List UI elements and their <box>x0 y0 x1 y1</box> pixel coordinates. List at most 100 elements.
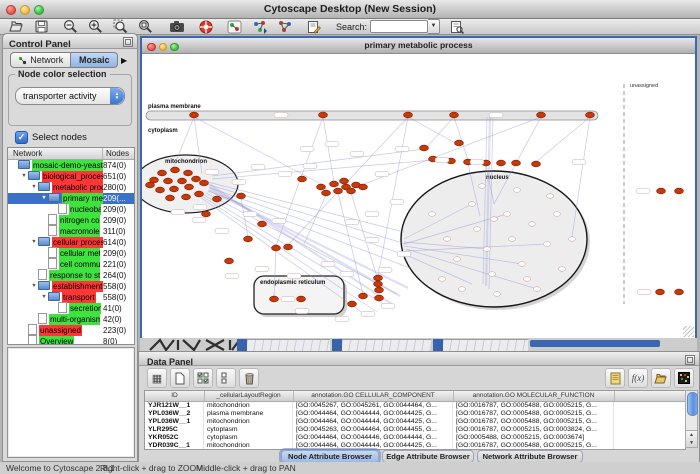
column-header-molecular-function[interactable]: annotation.GO MOLECULAR_FUNCTION <box>453 391 615 401</box>
table-scrollbar[interactable]: ▲▼ <box>685 390 698 448</box>
gene-node[interactable] <box>317 184 326 190</box>
gene-label-bubble[interactable] <box>381 303 395 308</box>
gene-label-bubble[interactable] <box>375 171 389 176</box>
gene-label-bubble[interactable] <box>488 272 495 277</box>
gene-node[interactable] <box>146 182 155 188</box>
gene-node[interactable] <box>258 221 267 227</box>
snapshot-icon[interactable] <box>168 20 185 34</box>
table-row-ydr039c-1[interactable]: YDR039C__1mitochondrion[GO:0044464, GO:0… <box>145 442 685 450</box>
gene-node[interactable] <box>404 112 413 118</box>
tree-row-cellular-process[interactable]: ▼cellular process614(0) <box>8 237 134 248</box>
gene-node[interactable] <box>185 184 194 190</box>
gene-label-bubble[interactable] <box>335 316 349 321</box>
gene-node[interactable] <box>359 293 368 299</box>
gene-label-bubble[interactable] <box>215 228 229 233</box>
gene-label-bubble[interactable] <box>533 287 540 292</box>
column-header-id[interactable]: ID <box>145 391 205 401</box>
gene-node[interactable] <box>374 275 383 281</box>
gene-node[interactable] <box>375 287 384 293</box>
gene-label-bubble[interactable] <box>523 277 530 282</box>
gene-label-bubble[interactable] <box>395 146 409 151</box>
table-row-ykr052c[interactable]: YKR052Ccytoplasm[GO:0044464, GO:0044446,… <box>145 434 685 442</box>
background-window-edge[interactable] <box>433 339 443 351</box>
gene-label-bubble[interactable] <box>508 237 515 242</box>
gene-node[interactable] <box>532 161 541 167</box>
import-network-icon[interactable] <box>251 20 268 34</box>
edge[interactable] <box>241 198 248 237</box>
gene-node[interactable] <box>586 112 595 118</box>
gene-node[interactable] <box>359 184 368 190</box>
disclosure-triangle-icon[interactable]: ▼ <box>30 237 38 248</box>
gene-node[interactable] <box>284 244 293 250</box>
function-builder-icon[interactable]: f(x) <box>628 368 648 388</box>
gene-node[interactable] <box>675 289 684 295</box>
select-attributes-icon[interactable] <box>193 368 213 388</box>
gene-label-bubble[interactable] <box>397 251 411 256</box>
gene-node[interactable] <box>156 187 165 193</box>
background-windows-strip[interactable] <box>140 338 697 351</box>
tree-row-secretion[interactable]: secretion41(0) <box>8 303 134 314</box>
gene-label-bubble[interactable] <box>365 237 379 242</box>
disclosure-triangle-icon[interactable]: ▼ <box>30 281 38 292</box>
edge[interactable] <box>208 182 404 232</box>
layout-network-icon[interactable] <box>276 20 293 34</box>
gene-label-bubble[interactable] <box>513 188 520 193</box>
edge[interactable] <box>212 149 424 176</box>
gene-label-bubble[interactable] <box>435 157 449 162</box>
gene-label-bubble[interactable] <box>636 188 650 193</box>
zoom-in-icon[interactable] <box>87 20 104 34</box>
gene-label-bubble[interactable] <box>225 273 239 278</box>
gene-node[interactable] <box>272 245 281 251</box>
gene-node[interactable] <box>164 178 173 184</box>
node-color-dropdown[interactable]: transporter activity ▲▼ <box>15 87 125 105</box>
gene-node[interactable] <box>420 145 429 151</box>
gene-label-bubble[interactable] <box>528 222 535 227</box>
select-nodes-checkbox[interactable]: ✓ <box>15 131 28 144</box>
edge[interactable] <box>536 117 590 162</box>
import-attributes-icon[interactable] <box>651 368 671 388</box>
gene-node[interactable] <box>675 188 684 194</box>
table-row-ylr295c[interactable]: YLR295Ccytoplasm[GO:0045263, GO:0044464,… <box>145 426 685 434</box>
float-data-panel-icon[interactable] <box>685 355 695 365</box>
tab-mosaic[interactable]: Mosaic <box>71 52 118 68</box>
gene-label-bubble[interactable] <box>281 296 295 301</box>
attribute-table-icon[interactable]: ▦ <box>147 368 167 388</box>
gene-node[interactable] <box>455 140 464 146</box>
birds-eye-view[interactable] <box>7 347 135 458</box>
tree-column-network[interactable]: Network <box>13 148 42 159</box>
gene-label-bubble[interactable] <box>325 141 339 146</box>
gene-label-bubble[interactable] <box>300 146 314 151</box>
gene-label-bubble[interactable] <box>473 227 480 232</box>
gene-label-bubble[interactable] <box>503 212 510 217</box>
gene-label-bubble[interactable] <box>192 217 206 222</box>
gene-node[interactable] <box>537 112 546 118</box>
column-header-cellular-component[interactable]: annotation.GO CELLULAR_COMPONENT <box>293 391 454 401</box>
disclosure-triangle-icon[interactable]: ▼ <box>40 193 48 204</box>
gene-label-bubble[interactable] <box>490 217 497 222</box>
gene-node[interactable] <box>334 188 343 194</box>
gene-label-bubble[interactable] <box>255 266 269 271</box>
tree-row-nitrogen-compo[interactable]: nitrogen compo209(0) <box>8 215 134 226</box>
tree-row-nucleobase[interactable]: nucleobase-209(0) <box>8 204 134 215</box>
gene-label-bubble[interactable] <box>553 212 560 217</box>
scrollbar-arrows[interactable]: ▲▼ <box>686 430 697 447</box>
zoom-fit-icon[interactable] <box>137 20 154 34</box>
gene-node[interactable] <box>656 289 665 295</box>
scrollbar-thumb[interactable] <box>687 392 698 416</box>
matrix-icon[interactable] <box>674 368 694 388</box>
gene-label-bubble[interactable] <box>287 273 301 278</box>
tree-row-establishment-of-lo[interactable]: ▼establishment of lo558(0) <box>8 281 134 292</box>
edge[interactable] <box>408 117 459 145</box>
edge[interactable] <box>323 117 334 182</box>
gene-node[interactable] <box>348 301 357 307</box>
new-network-icon[interactable] <box>226 20 243 34</box>
gene-node[interactable] <box>298 176 307 182</box>
tree-row-response-to-stimulu[interactable]: response to stimulu264(0) <box>8 270 134 281</box>
notes-icon[interactable] <box>605 368 625 388</box>
gene-node[interactable] <box>192 176 201 182</box>
gene-label-bubble[interactable] <box>637 289 651 294</box>
zoom-selected-icon[interactable] <box>112 20 129 34</box>
gene-node[interactable] <box>184 170 193 176</box>
search-config-icon[interactable] <box>448 20 465 34</box>
gene-label-bubble[interactable] <box>438 277 445 282</box>
